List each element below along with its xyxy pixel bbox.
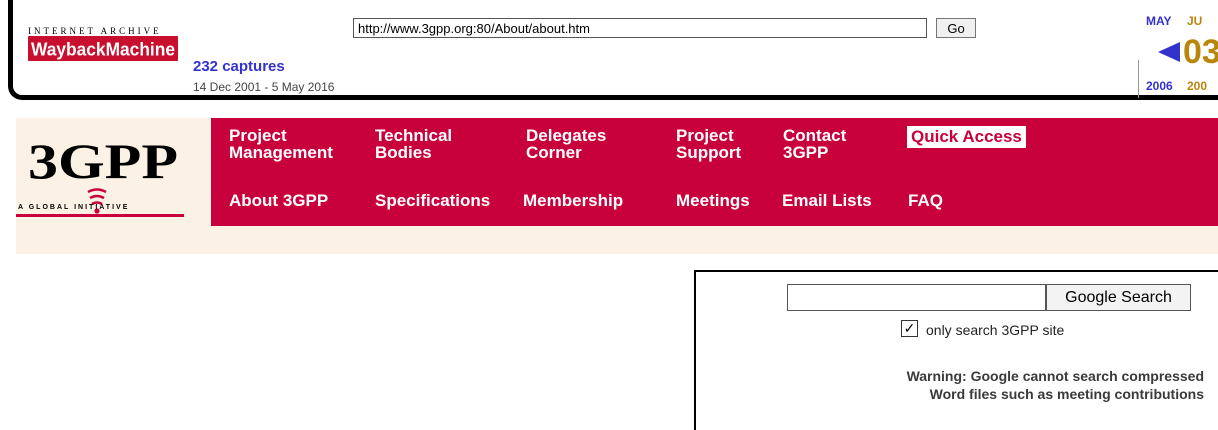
search-warning-line2: Word files such as meeting contributions — [929, 386, 1204, 402]
nav-email-lists[interactable]: Email Lists — [782, 192, 872, 209]
nav-label-line2: 3GPP — [783, 143, 829, 162]
search-warning: Warning: Google cannot search compressed… — [907, 367, 1204, 403]
nav-label-line2: Management — [229, 143, 333, 162]
wayback-machine-wordmark: WaybackMachine — [28, 36, 178, 61]
go-button[interactable]: Go — [936, 18, 976, 38]
year-current-label: 200 — [1187, 79, 1208, 93]
month-current-label: JU — [1187, 14, 1203, 28]
nav-membership[interactable]: Membership — [523, 192, 623, 209]
current-day-label: 03 — [1183, 33, 1218, 71]
nav-project-support[interactable]: Project Support — [676, 127, 741, 161]
month-prev-link[interactable]: MAY — [1146, 14, 1172, 28]
nav-label-line2: Corner — [526, 143, 582, 162]
svg-text:WaybackMachine: WaybackMachine — [31, 40, 175, 60]
nav-label-line2: Bodies — [375, 143, 432, 162]
svg-text:3GPP: 3GPP — [28, 133, 178, 189]
nav-label-line2: Support — [676, 143, 742, 162]
header-strip — [16, 226, 1218, 254]
wayback-toolbar — [8, 0, 1218, 100]
quick-access-button[interactable]: Quick Access — [907, 126, 1026, 148]
year-divider — [1138, 60, 1139, 98]
captures-link[interactable]: 232 captures — [193, 58, 285, 75]
nav-project-management[interactable]: Project Management — [229, 127, 333, 161]
internet-archive-label: INTERNET ARCHIVE — [28, 26, 162, 36]
tagline: A GLOBAL INITIATIVE — [18, 204, 130, 211]
search-warning-line1: Warning: Google cannot search compressed — [906, 368, 1204, 384]
nav-meetings[interactable]: Meetings — [676, 192, 750, 209]
nav-faq[interactable]: FAQ — [908, 192, 943, 209]
google-search-button[interactable]: Google Search — [1046, 284, 1191, 311]
site-only-checkbox[interactable]: ✓ — [901, 320, 918, 337]
logo-underline — [16, 214, 184, 217]
nav-technical-bodies[interactable]: Technical Bodies — [375, 127, 452, 161]
year-prev-link[interactable]: 2006 — [1146, 79, 1173, 93]
previous-capture-arrow-icon[interactable] — [1158, 42, 1180, 62]
nav-specifications[interactable]: Specifications — [375, 192, 490, 209]
google-search-input[interactable] — [787, 284, 1046, 311]
nav-contact-3gpp[interactable]: Contact 3GPP — [783, 127, 846, 161]
site-only-checkbox-label: only search 3GPP site — [926, 322, 1065, 338]
capture-date-range: 14 Dec 2001 - 5 May 2016 — [193, 80, 335, 94]
nav-delegates-corner[interactable]: Delegates Corner — [526, 127, 606, 161]
nav-about-3gpp[interactable]: About 3GPP — [229, 192, 328, 209]
wayback-url-input[interactable] — [353, 18, 927, 38]
